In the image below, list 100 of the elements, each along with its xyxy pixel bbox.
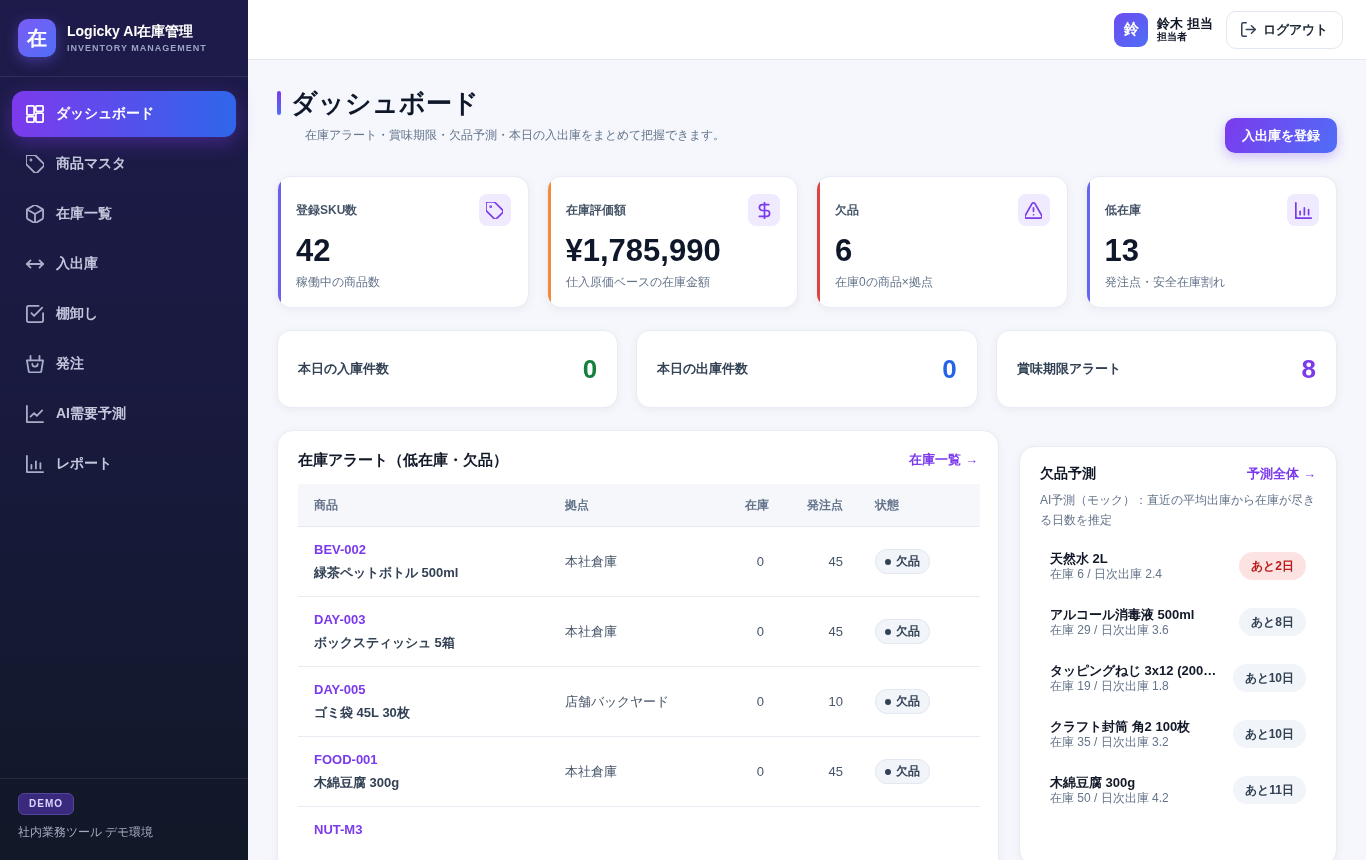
bar-chart-icon [26, 455, 44, 473]
kpi-value: 13 [1104, 233, 1139, 268]
reorder-point: 45 [828, 624, 843, 639]
cube-icon [26, 205, 44, 223]
logout-icon [1241, 22, 1256, 37]
nav-item[interactable]: AI需要予測 [12, 391, 236, 437]
column-header: 商品 [314, 497, 338, 512]
app-title: Logicky AI在庫管理 [67, 22, 195, 40]
days-left-badge: あと10日 [1232, 664, 1306, 692]
location-name: 店舗バックヤード [565, 693, 669, 709]
days-left-badge: あと11日 [1233, 776, 1306, 804]
warning-icon [1017, 194, 1050, 226]
title-accent-bar [277, 91, 281, 115]
view-all-link[interactable]: 在庫一覧 → [909, 451, 978, 469]
location-name: 本社倉庫 [565, 763, 617, 779]
line-chart-icon [26, 405, 44, 423]
user-role: 担当者 [1157, 31, 1189, 43]
kpi-value: 42 [296, 233, 331, 268]
product-name: アルコール消毒液 500ml [1050, 606, 1195, 623]
environment-badge: DEMO [18, 793, 74, 815]
app-logo: 在 [18, 19, 56, 57]
stat-label: 本日の出庫件数 [657, 360, 749, 378]
status-dot-icon [885, 768, 891, 775]
status-dot-icon [885, 628, 891, 635]
nav-item[interactable]: レポート [12, 441, 236, 487]
column-header: 拠点 [565, 497, 589, 512]
bar-chart-icon [1287, 194, 1319, 226]
stat-value: 0 [942, 354, 957, 384]
page-title: ダッシュボード [291, 88, 479, 118]
stock-detail: 在庫 6 / 日次出庫 2.4 [1050, 566, 1163, 582]
product-name: 天然水 2L [1050, 550, 1109, 567]
kpi-label: 登録SKU数 [296, 201, 358, 219]
column-header: 発注点 [807, 497, 843, 512]
tag-icon [26, 155, 44, 173]
stat-label: 本日の入庫件数 [298, 360, 389, 378]
view-all-link[interactable]: 予測全体 → [1247, 465, 1316, 483]
nav-item[interactable]: 発注 [12, 341, 236, 387]
column-header: 状態 [875, 497, 899, 512]
sku-link[interactable]: BEV-002 [314, 541, 367, 559]
dollar-icon [748, 194, 780, 226]
status-text: 欠品 [896, 693, 920, 710]
tag-icon [478, 194, 511, 226]
kpi-note: 発注点・安全在庫割れ [1104, 275, 1225, 289]
product-name: ボックスティッシュ 5箱 [314, 634, 455, 652]
product-name: 緑茶ペットボトル 500ml [314, 564, 459, 582]
basket-icon [26, 355, 44, 373]
kpi-label: 在庫評価額 [565, 201, 626, 219]
footer-note: 社内業務ツール デモ環境 [18, 825, 154, 839]
column-header: 在庫 [745, 497, 769, 512]
kpi-label: 低在庫 [1104, 201, 1141, 219]
days-left-badge: あと8日 [1239, 608, 1306, 636]
kpi-note: 稼働中の商品数 [296, 275, 380, 289]
location-name: 本社倉庫 [565, 623, 617, 639]
user-name: 鈴木 担当 [1157, 16, 1213, 31]
kpi-label: 欠品 [835, 201, 859, 219]
reorder-point: 45 [828, 554, 843, 569]
kpi-value: 6 [835, 233, 853, 268]
stock-detail: 在庫 29 / 日次出庫 3.6 [1050, 622, 1170, 638]
sku-link[interactable]: DAY-005 [314, 681, 366, 699]
stat-value: 0 [582, 354, 598, 384]
status-dot-icon [885, 558, 891, 565]
nav-item[interactable]: 在庫一覧 [12, 191, 236, 237]
page-subtitle: 在庫アラート・賞味期限・欠品予測・本日の入出庫をまとめて把握できます。 [305, 128, 725, 142]
stock-detail: 在庫 19 / 日次出庫 1.8 [1050, 678, 1170, 694]
status-text: 欠品 [896, 763, 920, 780]
reorder-point: 10 [828, 694, 843, 709]
location-name: 本社倉庫 [565, 553, 617, 569]
panel-description: AI予測（モック）：直近の平均出庫から在庫が尽きる日数を推定 [1040, 492, 1316, 529]
stock-detail: 在庫 50 / 日次出庫 4.2 [1050, 790, 1169, 806]
checkbox-icon [26, 305, 44, 323]
product-name: 木綿豆腐 300g [314, 774, 400, 792]
product-name: タッピングねじ 3x12 (200… [1050, 662, 1217, 679]
nav-item[interactable]: ダッシュボード [12, 91, 236, 137]
reorder-point: 45 [828, 764, 843, 779]
nav-item[interactable]: 商品マスタ [12, 141, 236, 187]
days-left-badge: あと2日 [1239, 552, 1306, 580]
product-name: ゴミ袋 45L 30枚 [314, 704, 410, 722]
panel-title: 欠品予測 [1040, 465, 1096, 483]
days-left-badge: あと10日 [1232, 720, 1306, 748]
sku-link[interactable]: FOOD-001 [314, 751, 378, 769]
sku-link[interactable]: NUT-M3 [314, 821, 363, 839]
product-name: クラフト封筒 角2 100枚 [1050, 718, 1191, 735]
grid-icon [26, 105, 44, 123]
app-subtitle: INVENTORY MANAGEMENT [67, 41, 207, 54]
stock-quantity: 0 [756, 764, 764, 779]
stock-quantity: 0 [756, 554, 764, 569]
logout-button[interactable]: ログアウト [1226, 10, 1343, 49]
kpi-value: ¥1,785,990 [565, 233, 721, 268]
nav-item[interactable]: 入出庫 [12, 241, 236, 287]
stat-label: 賞味期限アラート [1016, 360, 1121, 378]
status-dot-icon [885, 698, 891, 705]
sku-link[interactable]: DAY-003 [314, 611, 366, 629]
panel-title: 在庫アラート（低在庫・欠品） [298, 450, 508, 470]
kpi-note: 仕入原価ベースの在庫金額 [565, 275, 710, 289]
nav-item[interactable]: 棚卸し [12, 291, 236, 337]
stock-quantity: 0 [756, 624, 764, 639]
kpi-note: 在庫0の商品×拠点 [835, 275, 933, 289]
register-movement-button[interactable]: 入出庫を登録 [1225, 118, 1337, 153]
stock-detail: 在庫 35 / 日次出庫 3.2 [1050, 734, 1170, 750]
stat-value: 8 [1301, 354, 1316, 384]
